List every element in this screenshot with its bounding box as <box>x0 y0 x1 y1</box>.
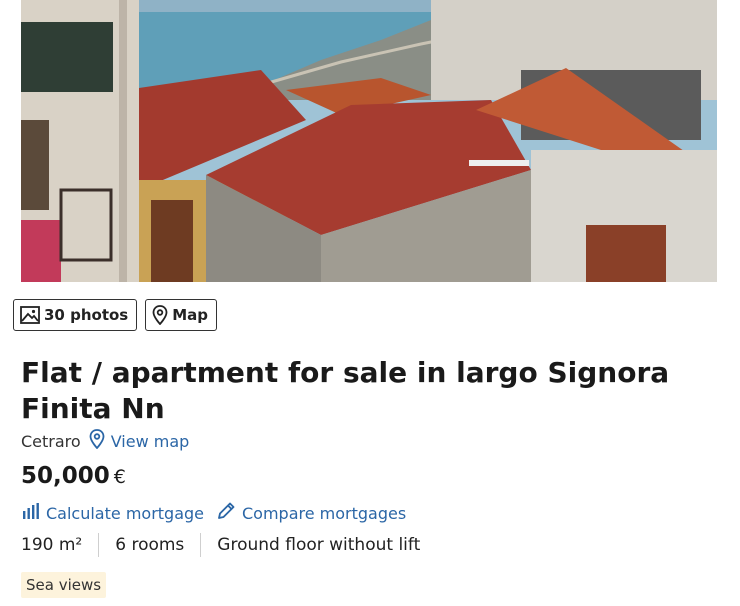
compare-mortgages-link[interactable]: Compare mortgages <box>216 501 406 525</box>
features-list: 190 m² 6 rooms Ground floor without lift <box>21 532 436 558</box>
price-currency: € <box>113 466 126 488</box>
calculate-mortgage-link[interactable]: Calculate mortgage <box>22 503 204 523</box>
feature-floor: Ground floor without lift <box>200 533 436 557</box>
location-pin-icon <box>89 429 105 453</box>
location-city: Cetraro <box>21 431 81 451</box>
listing-title: Flat / apartment for sale in largo Signo… <box>21 356 670 425</box>
price-amount: 50,000 <box>21 463 110 489</box>
property-photo[interactable] <box>21 0 717 282</box>
pencil-icon <box>216 501 236 525</box>
bar-chart-icon <box>22 503 40 523</box>
tag-sea-views: Sea views <box>21 572 107 598</box>
location-pin-icon <box>152 305 168 325</box>
photos-count-label: 30 photos <box>44 306 129 324</box>
feature-rooms: 6 rooms <box>98 533 200 557</box>
calculate-mortgage-label: Calculate mortgage <box>46 503 204 523</box>
map-button[interactable]: Map <box>145 299 218 331</box>
view-map-link[interactable]: View map <box>89 429 190 453</box>
price: 50,000 € <box>21 461 126 491</box>
view-map-label: View map <box>110 431 190 451</box>
feature-area: 190 m² <box>21 535 83 555</box>
map-label: Map <box>172 306 209 324</box>
image-icon <box>20 306 40 324</box>
compare-mortgages-label: Compare mortgages <box>242 503 407 523</box>
photos-button[interactable]: 30 photos <box>13 299 138 331</box>
